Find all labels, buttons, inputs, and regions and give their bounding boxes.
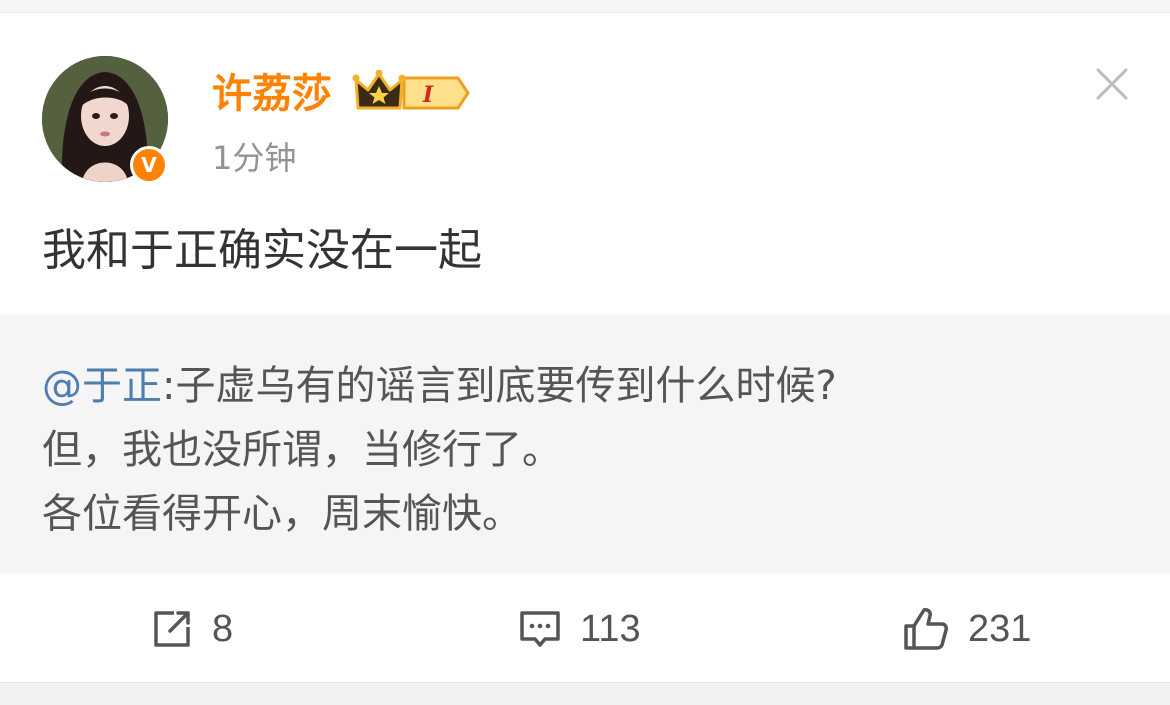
- bottom-divider: [0, 682, 1170, 705]
- top-divider: [0, 0, 1170, 13]
- close-icon[interactable]: [1094, 66, 1130, 102]
- comment-button[interactable]: 113: [518, 602, 641, 656]
- comment-icon: [520, 611, 560, 647]
- repost-line3: 各位看得开心，周末愉快。: [42, 491, 522, 537]
- post-text: 我和于正确实没在一起: [42, 225, 482, 276]
- share-count: 8: [212, 607, 234, 650]
- verified-badge-icon: V: [130, 146, 168, 184]
- repost-card[interactable]: @于正:子虚乌有的谣言到底要传到什么时候? 但，我也没所谓，当修行了。 各位看得…: [0, 314, 1170, 574]
- post-time: 1分钟: [212, 139, 297, 177]
- repost-line2: 但，我也没所谓，当修行了。: [42, 427, 562, 473]
- action-bar: 8 113 231: [0, 580, 1170, 680]
- repost-body: @于正:子虚乌有的谣言到底要传到什么时候? 但，我也没所谓，当修行了。 各位看得…: [42, 354, 837, 546]
- thumbs-up-icon: [904, 608, 948, 650]
- crown-icon: I: [352, 69, 472, 116]
- share-button[interactable]: 8: [150, 602, 233, 656]
- like-count: 231: [968, 607, 1032, 650]
- like-button[interactable]: 231: [902, 602, 1031, 656]
- share-icon: [154, 611, 190, 647]
- level-badge: I: [422, 82, 434, 108]
- mention-link[interactable]: @于正: [42, 363, 162, 409]
- comment-count: 113: [580, 607, 641, 650]
- username[interactable]: 许荔莎: [212, 70, 332, 118]
- repost-line1: :子虚乌有的谣言到底要传到什么时候?: [162, 363, 837, 409]
